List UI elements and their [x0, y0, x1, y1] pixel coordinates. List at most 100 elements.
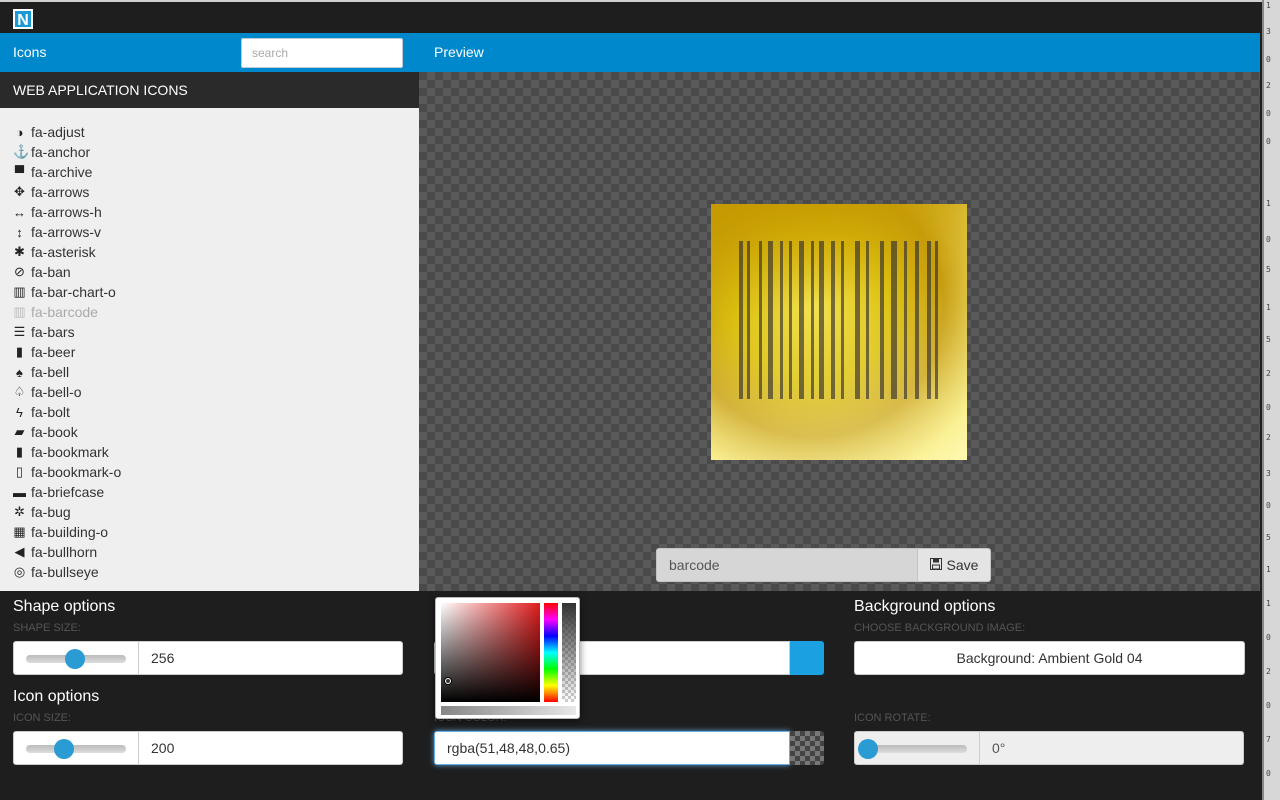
icon-list-item[interactable]: ◀ fa-bullhorn: [13, 542, 419, 562]
icon-size-slider[interactable]: [13, 731, 139, 765]
briefcase-icon: ▬: [13, 484, 26, 500]
alpha-slider[interactable]: [562, 603, 576, 702]
icon-list-item-label: fa-bullseye: [31, 564, 99, 580]
icon-list-item[interactable]: ▥ fa-barcode: [13, 302, 419, 322]
icon-list-item[interactable]: ↕ fa-arrows-v: [13, 222, 419, 242]
icon-list-item[interactable]: ♠ fa-bell: [13, 362, 419, 382]
slider-thumb[interactable]: [65, 649, 85, 669]
icon-list-item-label: fa-bell: [31, 364, 70, 380]
icon-color-swatch[interactable]: [790, 731, 824, 765]
anchor-icon: ⚓: [13, 144, 30, 159]
slider-thumb[interactable]: [54, 739, 74, 759]
search-input[interactable]: [241, 38, 403, 68]
book-icon: ▰: [14, 424, 25, 439]
icon-list-item[interactable]: ◑ fa-adjust: [13, 122, 419, 142]
icon-color-control: rgba(51,48,48,0.65): [434, 731, 824, 765]
barcode-bar: [891, 241, 897, 399]
icon-list-item[interactable]: ▥ fa-bar-chart-o: [13, 282, 419, 302]
icon-list-item-label: fa-adjust: [31, 124, 85, 140]
icon-size-label: ICON SIZE:: [13, 712, 72, 724]
icon-list-item[interactable]: ✥ fa-arrows: [13, 182, 419, 202]
hue-slider[interactable]: [544, 603, 558, 702]
top-bar: N: [0, 0, 1262, 33]
barcode-bar: [831, 241, 835, 399]
barcode-icon: ▥: [13, 304, 26, 319]
arrows-h-icon: ↔: [13, 204, 26, 220]
icon-list-item[interactable]: ⚓ fa-anchor: [13, 142, 419, 162]
icon-list-item[interactable]: ▦ fa-building-o: [13, 522, 419, 542]
icon-list-item[interactable]: ✱ fa-asterisk: [13, 242, 419, 262]
icon-list-item[interactable]: ⊘ fa-ban: [13, 262, 419, 282]
save-button[interactable]: Save: [918, 548, 991, 582]
slider-track: [867, 745, 967, 753]
options-panel: Shape options SHAPE SIZE: 256 Icon optio…: [0, 591, 1260, 800]
barcode-bar: [768, 241, 773, 399]
icon-list-item[interactable]: ♤ fa-bell-o: [13, 382, 419, 402]
icon-list-item-label: fa-bookmark: [31, 444, 109, 460]
icon-list-item[interactable]: ◎ fa-bullseye: [13, 562, 419, 582]
save-label: Save: [946, 557, 979, 573]
barcode-bar: [915, 241, 919, 399]
icon-list-item-label: fa-ban: [31, 264, 71, 280]
icon-list-item-label: fa-anchor: [31, 144, 91, 160]
icon-list-item-label: fa-arrows-h: [31, 204, 102, 220]
bug-icon: ✲: [14, 504, 25, 519]
icon-rotate-value[interactable]: 0°: [980, 731, 1244, 765]
shape-size-value[interactable]: 256: [139, 641, 403, 675]
saturation-value-area[interactable]: [441, 603, 540, 702]
shape-color-swatch[interactable]: [790, 641, 824, 675]
icon-list-panel: WEB APPLICATION ICONS ◑ fa-adjust ⚓ fa-anch…: [0, 72, 419, 591]
icon-list-item[interactable]: ▮ fa-bookmark: [13, 442, 419, 462]
header-bar: Icons Preview: [0, 33, 1260, 72]
background-image-button[interactable]: Background: Ambient Gold 04: [854, 641, 1245, 675]
bell-icon: ♠: [16, 364, 23, 380]
arrows-v-icon: ↕: [16, 224, 23, 240]
bolt-icon: ϟ: [16, 404, 23, 420]
icon-list-item[interactable]: ✲ fa-bug: [13, 502, 419, 522]
barcode-bar: [880, 241, 884, 399]
barcode-bar: [855, 241, 860, 399]
bookmark-icon: ▮: [15, 444, 24, 459]
app-window: N 1 3 0 2 0 0 1 0 5 1 5 2 0 2 3 0 5 1 1 …: [0, 0, 1280, 800]
building-icon: ▦: [13, 524, 26, 539]
icon-list-item-label: fa-bars: [31, 324, 75, 340]
icon-list-item-label: fa-beer: [31, 344, 76, 360]
icon-rotate-slider[interactable]: [854, 731, 980, 765]
icon-options-title: Icon options: [13, 688, 100, 705]
icon-list-item[interactable]: ▯ fa-bookmark-o: [13, 462, 419, 482]
preview-canvas: Save: [419, 72, 1260, 591]
icon-list-item[interactable]: ▬ fa-briefcase: [13, 482, 419, 502]
icon-list-item[interactable]: ▮ fa-beer: [13, 342, 419, 362]
bullseye-icon: ◎: [13, 564, 26, 579]
icon-list-item[interactable]: ϟ fa-bolt: [13, 402, 419, 422]
shape-size-slider[interactable]: [13, 641, 139, 675]
bookmark-outline-icon: ▯: [15, 464, 24, 479]
icons-panel-title: Icons: [13, 44, 47, 60]
preview-panel-title: Preview: [434, 44, 484, 60]
icon-list-item[interactable]: ↔ fa-arrows-h: [13, 202, 419, 222]
icon-list-item[interactable]: ▰ fa-book: [13, 422, 419, 442]
icon-list: ◑ fa-adjust ⚓ fa-anchor ▀ fa-archive ✥ fa-arrow…: [0, 108, 419, 582]
color-picker-popup: [435, 597, 580, 719]
barcode-bar: [904, 241, 907, 399]
picker-cursor[interactable]: [445, 678, 451, 684]
icon-list-item-label: fa-bug: [31, 504, 71, 520]
slider-thumb[interactable]: [858, 739, 878, 759]
alpha-preview-bar: [441, 706, 576, 715]
arrows-icon: ✥: [14, 184, 25, 199]
barcode-bar: [841, 241, 844, 399]
barcode-bar: [811, 241, 814, 399]
icon-list-item-label: fa-barcode: [31, 304, 98, 320]
icon-list-item[interactable]: ▀ fa-archive: [13, 162, 419, 182]
shape-options-title: Shape options: [13, 598, 116, 615]
icon-size-value[interactable]: 200: [139, 731, 403, 765]
save-row: Save: [656, 548, 991, 582]
icon-list-item-label: fa-building-o: [31, 524, 109, 540]
icon-color-input[interactable]: rgba(51,48,48,0.65): [434, 731, 790, 765]
barcode-bar: [927, 241, 931, 399]
icon-rotate-label: ICON ROTATE:: [854, 712, 931, 724]
filename-input[interactable]: [656, 548, 918, 582]
icon-list-item[interactable]: ☰ fa-bars: [13, 322, 419, 342]
background-image-label: CHOOSE BACKGROUND IMAGE:: [854, 622, 1026, 634]
barcode-bar: [799, 241, 804, 399]
